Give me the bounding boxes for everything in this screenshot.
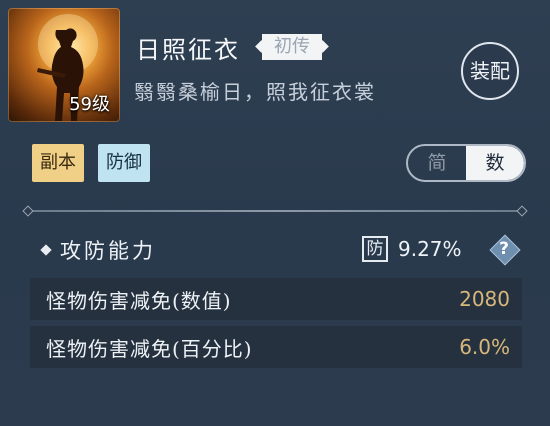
stat-label: 怪物伤害减免(数值) — [46, 288, 232, 313]
section-value: 9.27% — [398, 237, 462, 261]
defense-badge: 防 — [362, 236, 388, 262]
equip-button[interactable]: 装配 — [461, 42, 519, 100]
item-portrait[interactable]: 59级 — [8, 8, 120, 122]
item-subtitle: 翳翳桑榆日，照我征衣裳 — [134, 80, 376, 104]
tag-defense: 防御 — [98, 144, 150, 182]
stat-label: 怪物伤害减免(百分比) — [46, 336, 253, 361]
rarity-badge: 初传 — [262, 34, 322, 60]
tag-dungeon: 副本 — [32, 144, 84, 182]
stat-row: 怪物伤害减免(百分比) 6.0% — [30, 326, 522, 368]
diamond-bullet-icon — [40, 244, 52, 256]
section-divider — [28, 210, 522, 212]
stat-value: 6.0% — [459, 335, 510, 359]
section-title: 攻防能力 — [60, 239, 156, 263]
equipment-panel: 59级 日照征衣 初传 翳翳桑榆日，照我征衣裳 装配 副本 防御 简 数 攻防能… — [0, 0, 550, 426]
toggle-option-simple[interactable]: 简 — [408, 146, 466, 180]
stat-value: 2080 — [459, 287, 510, 311]
stat-row: 怪物伤害减免(数值) 2080 — [30, 278, 522, 320]
level-label: 59级 — [69, 94, 110, 115]
item-title: 日照征衣 — [136, 36, 240, 64]
toggle-option-numeric[interactable]: 数 — [466, 146, 524, 180]
panel-bottom-edge — [0, 412, 550, 426]
help-icon[interactable]: ? — [489, 234, 521, 266]
display-mode-toggle[interactable]: 简 数 — [406, 144, 526, 182]
